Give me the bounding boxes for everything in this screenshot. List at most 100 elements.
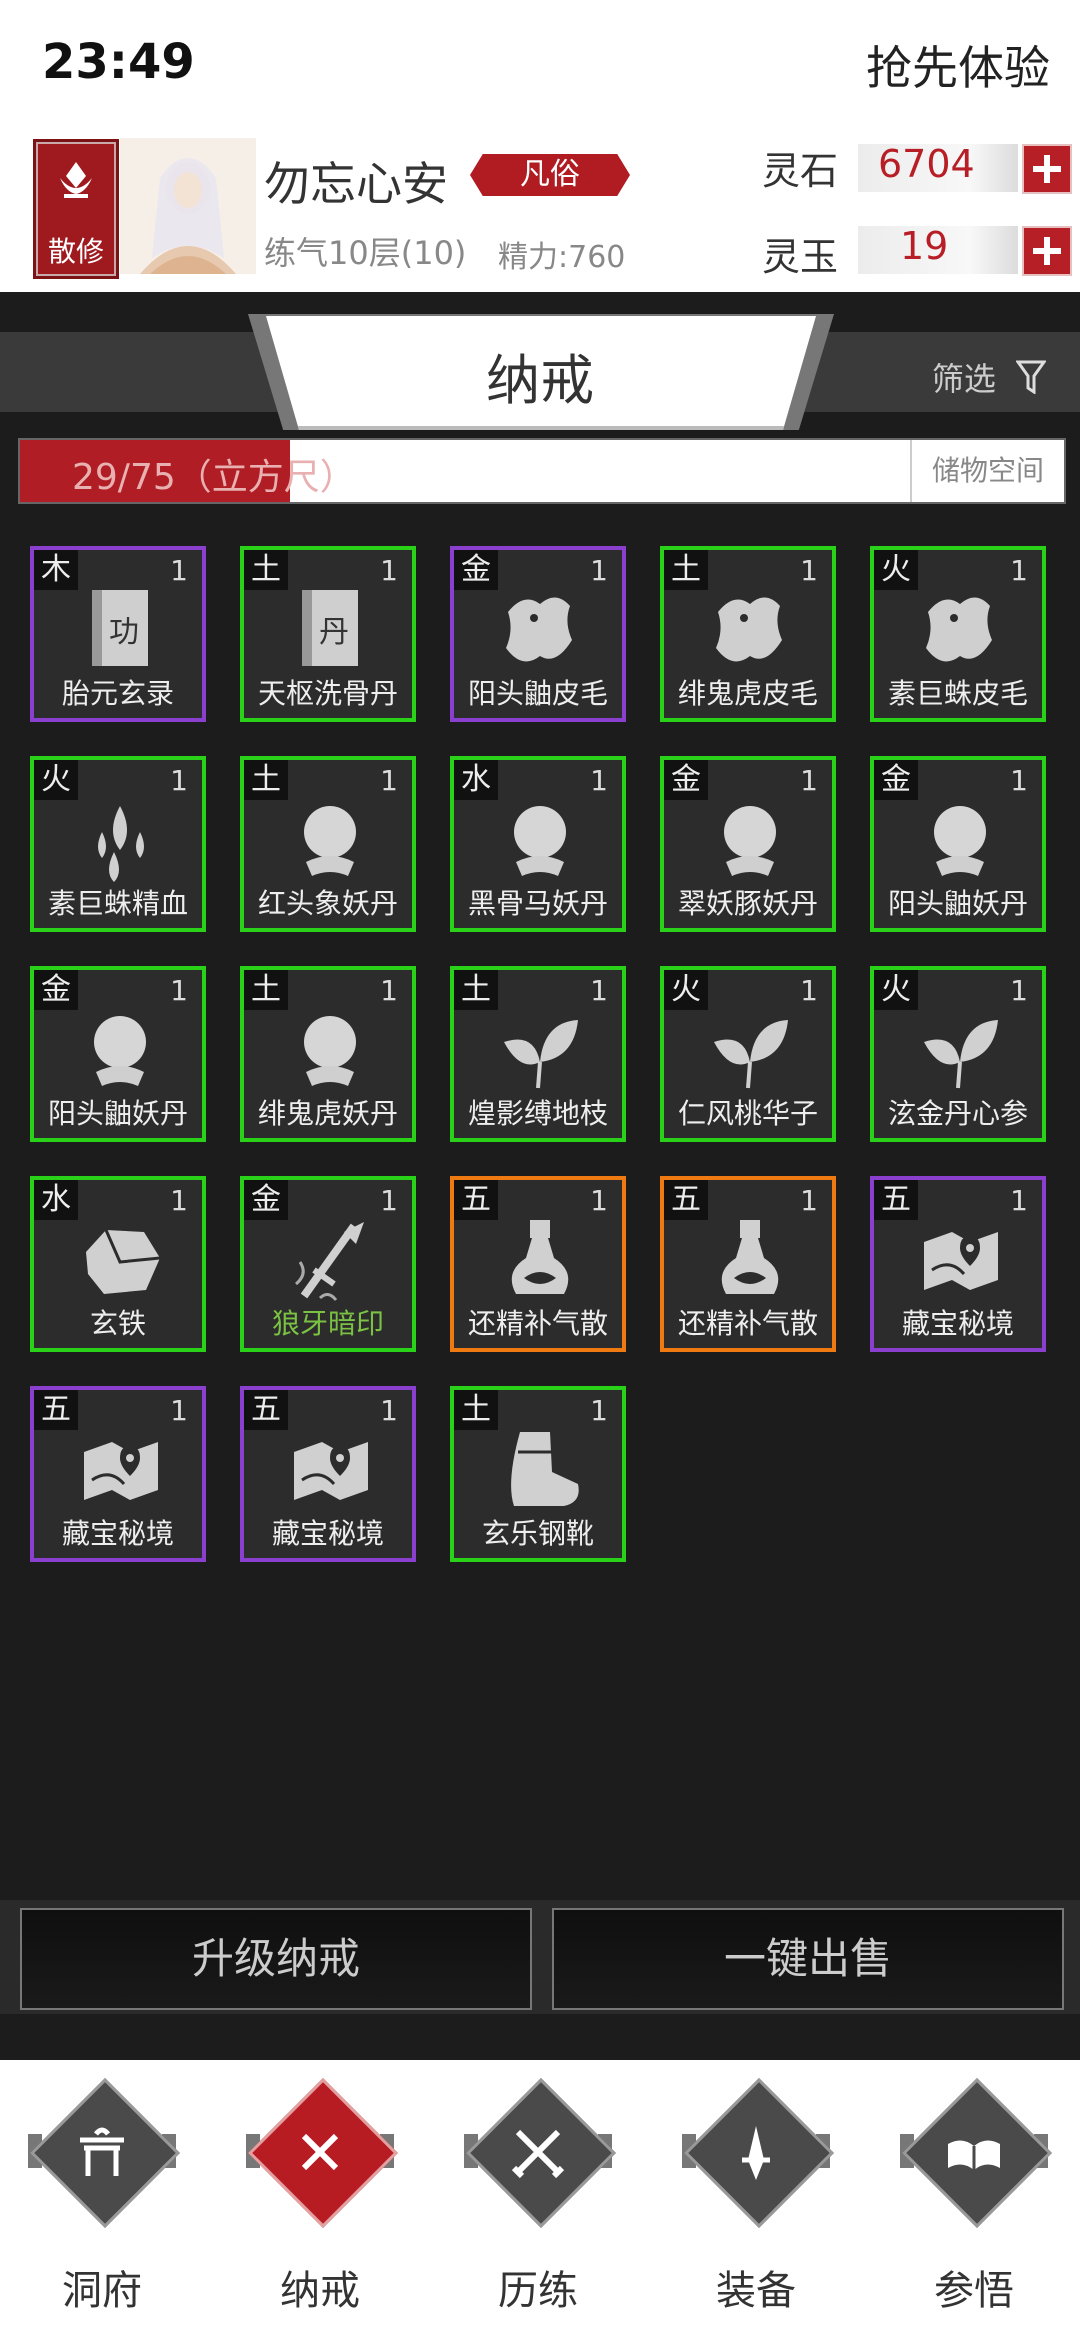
weapon-icon: [294, 1222, 364, 1301]
item-name: 泫金丹心参: [887, 1097, 1028, 1130]
item-count: 1: [590, 1184, 608, 1217]
orb-icon: [304, 1016, 356, 1086]
inventory-item[interactable]: 土 1 绯鬼虎皮毛: [660, 546, 836, 722]
element-tag: 土: [454, 1390, 498, 1430]
orb-icon: [934, 806, 986, 876]
inventory-item[interactable]: 金 1 阳头鼬妖丹: [30, 966, 206, 1142]
inventory-item[interactable]: 五 1 还精补气散: [660, 1176, 836, 1352]
item-count: 1: [800, 554, 818, 587]
element-tag: 土: [664, 550, 708, 590]
inventory-item[interactable]: 木 1 功胎元玄录: [30, 546, 206, 722]
orb-icon: [514, 806, 566, 876]
item-name: 胎元玄录: [61, 677, 174, 710]
sell-all-button[interactable]: 一键出售: [552, 1908, 1064, 2010]
filter-icon: [1016, 360, 1046, 394]
item-count: 1: [1010, 554, 1028, 587]
spirit-jade-value: 19: [900, 224, 949, 268]
inventory-item[interactable]: 火 1 素巨蛛精血: [30, 756, 206, 932]
inventory-item[interactable]: 五 1 藏宝秘境: [240, 1386, 416, 1562]
early-access-label[interactable]: 抢先体验: [866, 32, 1050, 98]
add-spirit-stone-button[interactable]: [1022, 144, 1072, 194]
item-name: 藏宝秘境: [901, 1307, 1014, 1340]
element-tag: 五: [244, 1390, 288, 1430]
item-count: 1: [1010, 764, 1028, 797]
item-count: 1: [1010, 1184, 1028, 1217]
item-name: 狼牙暗印: [271, 1307, 384, 1340]
item-count: 1: [380, 1394, 398, 1427]
status-time: 23:49: [42, 34, 195, 90]
inventory-item[interactable]: 土 1 红头象妖丹: [240, 756, 416, 932]
item-count: 1: [170, 974, 188, 1007]
sect-badge[interactable]: 散修: [36, 142, 116, 276]
item-count: 1: [1010, 974, 1028, 1007]
add-spirit-jade-button[interactable]: [1022, 226, 1072, 276]
item-name: 藏宝秘境: [271, 1517, 384, 1550]
inventory-item[interactable]: 土 1 煌影缚地枝: [450, 966, 626, 1142]
pelt-icon: [716, 597, 782, 662]
page-title: 纳戒: [486, 349, 594, 412]
inventory-item[interactable]: 金 1 阳头鼬妖丹: [870, 756, 1046, 932]
item-name: 藏宝秘境: [61, 1517, 174, 1550]
inventory-item[interactable]: 五 1 藏宝秘境: [30, 1386, 206, 1562]
item-name: 玄铁: [89, 1307, 146, 1340]
inventory-item[interactable]: 土 1 丹天枢洗骨丹: [240, 546, 416, 722]
map-icon: [924, 1232, 998, 1290]
cultivation-realm: 练气10层(10): [264, 234, 467, 272]
inventory-item[interactable]: 土 1 玄乐钢靴: [450, 1386, 626, 1562]
item-name: 翠妖豚妖丹: [677, 887, 818, 920]
nav-item[interactable]: 参悟: [894, 2078, 1054, 2320]
filter-button[interactable]: 筛选: [932, 354, 1046, 400]
item-count: 1: [380, 974, 398, 1007]
book-icon: 功: [92, 590, 148, 666]
item-name: 阳头鼬妖丹: [887, 887, 1028, 920]
leaf-icon: [924, 1020, 998, 1089]
svg-text:功: 功: [109, 615, 139, 650]
inventory-item[interactable]: 土 1 绯鬼虎妖丹: [240, 966, 416, 1142]
item-count: 1: [380, 764, 398, 797]
item-name: 阳头鼬妖丹: [47, 1097, 188, 1130]
nav-label: 纳戒: [280, 2268, 360, 2314]
inventory-item[interactable]: 火 1 泫金丹心参: [870, 966, 1046, 1142]
item-name: 黑骨马妖丹: [467, 887, 608, 920]
item-name: 玄乐钢靴: [481, 1517, 594, 1550]
item-count: 1: [170, 764, 188, 797]
nav-item[interactable]: 洞府: [22, 2078, 182, 2320]
nav-item[interactable]: 装备: [676, 2078, 836, 2320]
inventory-item[interactable]: 水 1 玄铁: [30, 1176, 206, 1352]
item-count: 1: [590, 764, 608, 797]
item-count: 1: [170, 1394, 188, 1427]
element-tag: 金: [664, 760, 708, 800]
player-avatar[interactable]: [120, 138, 256, 274]
item-name: 阳头鼬皮毛: [467, 677, 608, 710]
capacity-bar: 29/75（立方尺） 储物空间: [18, 438, 1066, 504]
spirit-stone-value: 6704: [878, 142, 975, 186]
item-count: 1: [380, 554, 398, 587]
element-tag: 土: [244, 970, 288, 1010]
inventory-item[interactable]: 金 1 狼牙暗印: [240, 1176, 416, 1352]
item-count: 1: [170, 554, 188, 587]
inventory-item[interactable]: 金 1 阳头鼬皮毛: [450, 546, 626, 722]
svg-text:丹: 丹: [319, 615, 349, 650]
element-tag: 木: [34, 550, 78, 590]
filter-label: 筛选: [931, 360, 996, 398]
element-tag: 五: [454, 1180, 498, 1220]
nav-item[interactable]: 历练: [458, 2078, 618, 2320]
inventory-item[interactable]: 火 1 素巨蛛皮毛: [870, 546, 1046, 722]
nav-item[interactable]: 纳戒: [240, 2078, 400, 2320]
inventory-item[interactable]: 水 1 黑骨马妖丹: [450, 756, 626, 932]
element-tag: 金: [874, 760, 918, 800]
inventory-item[interactable]: 五 1 藏宝秘境: [870, 1176, 1046, 1352]
element-tag: 水: [34, 1180, 78, 1220]
gate-icon: [80, 2127, 124, 2176]
map-icon: [294, 1442, 368, 1500]
inventory-item[interactable]: 五 1 还精补气散: [450, 1176, 626, 1352]
upgrade-ring-button[interactable]: 升级纳戒: [20, 1908, 532, 2010]
inventory-item[interactable]: 火 1 仁风桃华子: [660, 966, 836, 1142]
item-count: 1: [800, 764, 818, 797]
element-tag: 金: [454, 550, 498, 590]
sect-label: 散修: [47, 235, 104, 268]
element-tag: 金: [244, 1180, 288, 1220]
header-panel: 23:49 抢先体验 散修 勿忘心安 凡俗 练气10层(10) 精力:760 灵…: [0, 0, 1080, 292]
inventory-item[interactable]: 金 1 翠妖豚妖丹: [660, 756, 836, 932]
item-count: 1: [800, 1184, 818, 1217]
